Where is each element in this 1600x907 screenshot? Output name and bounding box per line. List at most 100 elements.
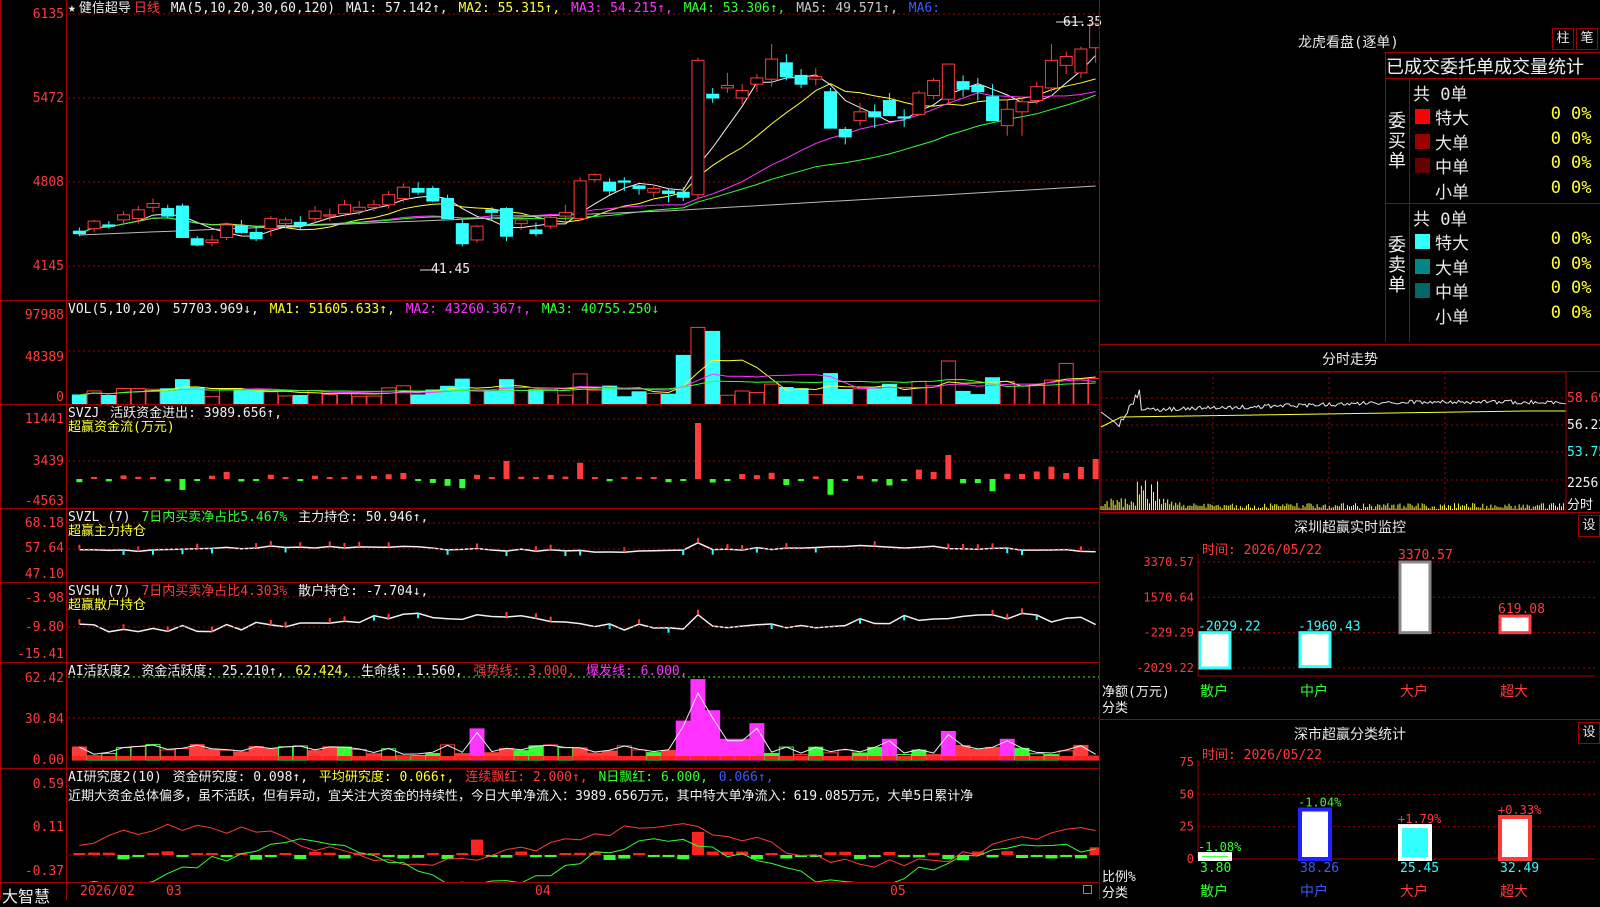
ma3-line: [79, 91, 1096, 235]
lock-icon[interactable]: [1083, 885, 1092, 894]
intraday-axis-label: 2256: [1567, 476, 1599, 491]
activity-base-bar: [646, 756, 661, 760]
activity-base-bar: [852, 756, 867, 760]
research-bar-up: [426, 853, 439, 855]
intraday-frame: [1100, 372, 1567, 511]
volume-bar-down: [705, 330, 721, 405]
volume-bar-down: [189, 387, 205, 405]
svzl-pane[interactable]: SVZL (7) 7日内买卖净占比5.467% 主力持仓: 50.946↑, 超…: [0, 508, 1099, 582]
price-pane[interactable]: 6135 5472 4808 4145 61.35 41.45: [0, 0, 1103, 300]
ratio-change-label: +0.33%: [1498, 803, 1542, 817]
high-price-label: 61.35: [1063, 15, 1103, 30]
volume-pane[interactable]: VOL(5,10,20) 57703.969↓, MA1: 51605.633↑…: [0, 300, 1099, 405]
tick-mark: [1035, 615, 1038, 621]
svzl-chart[interactable]: [68, 509, 1099, 583]
ai-research-extra: 0.066↑,: [718, 770, 774, 785]
price-axis-label: 5472: [32, 91, 64, 106]
monitor-axis-label: -2029.22: [1136, 661, 1194, 675]
research-bar-down: [603, 855, 616, 860]
tick-mark: [741, 545, 744, 551]
candle-up: [941, 63, 955, 100]
research-bar-down: [780, 855, 793, 859]
intraday-panel[interactable]: 分时走势 58.69 56.22 53.75 2256 分时: [1099, 344, 1600, 513]
research-bar-down: [1015, 855, 1028, 859]
ai-research-chart[interactable]: [68, 803, 1099, 883]
order-row-1: 大单 0 0%: [1413, 254, 1600, 279]
order-row-2: 中单 0 0%: [1413, 278, 1600, 303]
tick-mark: [549, 616, 552, 622]
vol-value: 57703.969↓,: [172, 302, 259, 317]
activity-base-bar: [720, 756, 735, 760]
net-amount-value: 619.08: [1498, 602, 1545, 617]
svzj-bar-in: [91, 477, 98, 479]
ratio-value-label: 25.45: [1400, 861, 1439, 876]
ratio-bar: [1498, 814, 1532, 861]
ratio-bar: [1298, 807, 1332, 861]
classify-xlabel: 分类: [1102, 886, 1129, 901]
svzj-bar-in: [120, 475, 127, 479]
order-row-3: 小单 0 0%: [1413, 302, 1600, 328]
ai-research-title: AI研究度2(10): [68, 770, 162, 785]
tick-mark: [579, 550, 582, 556]
ratio-change-label: -1.08%: [1198, 840, 1242, 854]
net-amount-chart[interactable]: 3370.57 1570.64 -229.29 -2029.22 -2029.22 散户 -…: [1100, 513, 1600, 720]
volume-bar-down: [484, 390, 500, 405]
svzj-bar-in: [1063, 473, 1070, 479]
order-percent: 0%: [1571, 302, 1592, 323]
volume-header: VOL(5,10,20) 57703.969↓, MA1: 51605.633↑…: [68, 302, 662, 317]
category-label: 中户: [1300, 683, 1328, 700]
svzj-bar-in: [326, 477, 333, 479]
svzj-bar-in: [1033, 471, 1040, 479]
order-percent: 0%: [1571, 128, 1592, 149]
order-percent: 0%: [1571, 229, 1592, 249]
candlestick-chart[interactable]: [68, 0, 1099, 300]
research-bar-up: [147, 853, 160, 855]
ai-research-summary: 近期大资金总体偏多，虽不活跃，但有异动，宜关注大资金的持续性，今日大单净流入：3…: [68, 789, 974, 804]
activity-base-bar: [293, 756, 308, 760]
svzj-bar-in: [532, 477, 539, 479]
activity-base-bar: [204, 756, 219, 760]
ai-research-pane[interactable]: AI研究度2(10) 资金研究度: 0.098↑, 平均研究度: 0.066↑,…: [0, 768, 1099, 883]
net-amount-bar: [1398, 560, 1432, 635]
candle-up: [382, 194, 396, 206]
intraday-avg-line: [1100, 410, 1566, 428]
tick-mode-button[interactable]: 笔: [1576, 28, 1598, 50]
candle-down: [706, 93, 720, 99]
bar-mode-button[interactable]: 柱: [1552, 28, 1574, 50]
svzj-chart[interactable]: [68, 405, 1099, 509]
svzj-bar-out: [105, 479, 112, 482]
vol-title: VOL(5,10,20): [68, 302, 162, 317]
activity-base-bar: [131, 756, 146, 760]
svsh-chart[interactable]: [68, 583, 1099, 663]
svzj-bar-out: [606, 479, 613, 482]
candle-down: [868, 111, 882, 118]
svzj-bar-out: [238, 479, 245, 482]
candle-down: [293, 221, 307, 226]
tick-mark: [343, 542, 346, 548]
tick-mark: [755, 547, 758, 553]
candle-down: [234, 225, 248, 233]
classification-panel[interactable]: 深市超赢分类统计 设 时间: 2026/05/22 75 50 25 0 -1.08% 3…: [1099, 719, 1600, 901]
activity-base-bar: [676, 756, 691, 760]
svzj-pane[interactable]: SVZJ 活跃资金进出: 3989.656↑, 超赢资金流(万元) 11441 …: [0, 404, 1099, 509]
ai-activity-chart[interactable]: [68, 663, 1099, 769]
svzj-axis-label: 11441: [24, 412, 64, 427]
ai-activity-pane[interactable]: AI活跃度2 资金活跃度: 25.210↑, 62.424, 生命线: 1.56…: [0, 662, 1099, 768]
svzj-bar-in: [812, 476, 819, 479]
ratio-chart[interactable]: 75 50 25 0 -1.08% 3.80 散户 -1.04% 38.26 中户 +1.79% 25…: [1100, 720, 1600, 901]
order-class-name: 中单: [1435, 158, 1469, 178]
ai-research-header: AI研究度2(10) 资金研究度: 0.098↑, 平均研究度: 0.066↑,…: [68, 770, 777, 785]
intraday-price-line: [1100, 389, 1566, 428]
svzj-bar-in: [312, 475, 319, 479]
svsh-pane[interactable]: SVSH (7) 7日内买卖净占比4.303% 散户持仓: -7.704↓, 超…: [0, 582, 1099, 662]
realtime-monitor-panel[interactable]: 深圳超赢实时监控 设 时间: 2026/05/22 3370.57 1570.64…: [1099, 512, 1600, 719]
research-bar-down: [618, 855, 631, 859]
activity-base-bar: [587, 756, 602, 760]
candle-down: [455, 223, 469, 245]
intraday-chart[interactable]: [1100, 372, 1570, 512]
tick-mark: [269, 541, 272, 547]
order-stats-title: 已成交委托单成交量统计: [1386, 57, 1584, 78]
volume-chart[interactable]: [68, 319, 1099, 405]
research-bar-down: [412, 855, 425, 858]
volume-bar-up: [469, 389, 485, 405]
